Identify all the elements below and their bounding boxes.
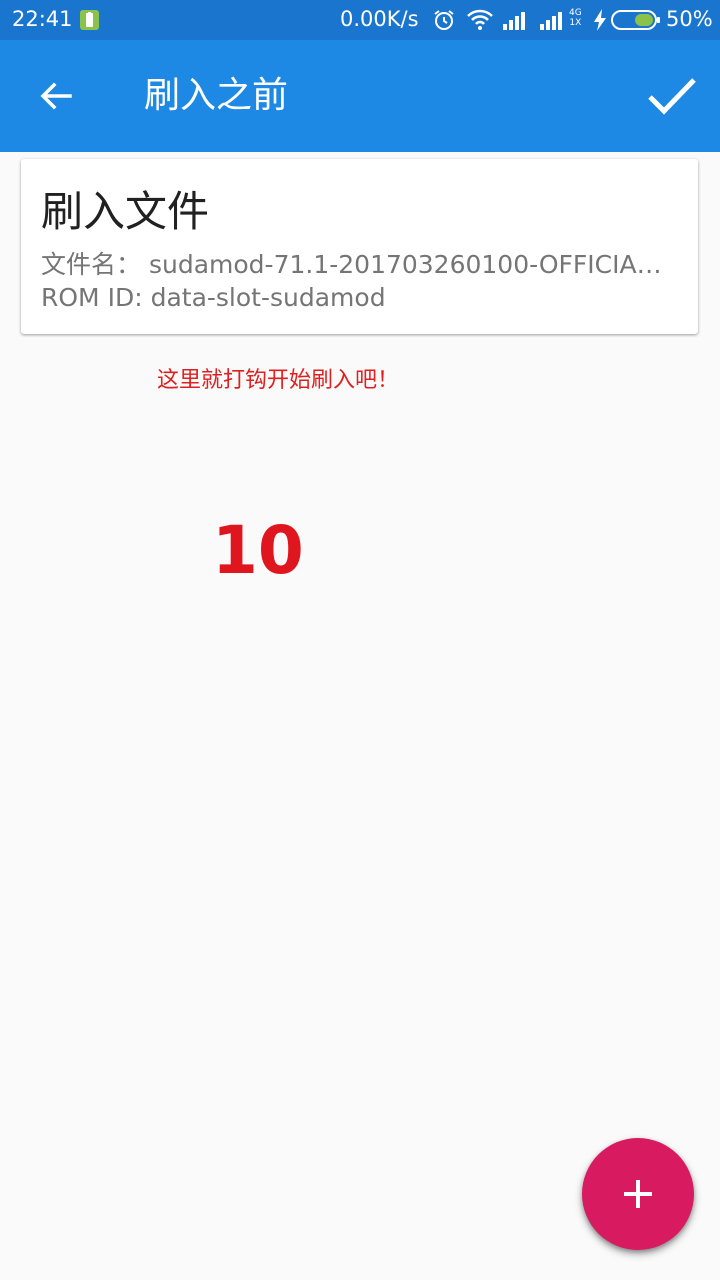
battery-saver-icon	[80, 10, 99, 30]
network-speed: 0.00K/s	[340, 7, 419, 31]
status-bar: 22:41 0.00K/s 4G 1X 50%	[0, 0, 720, 40]
wifi-icon	[466, 9, 494, 35]
alarm-icon	[432, 8, 456, 36]
romid-row: ROM ID: data-slot-sudamod	[41, 283, 673, 312]
filename-label: 文件名：	[41, 250, 142, 279]
flash-file-card: 刷入文件 文件名： sudamod-71.1-201703260100-OFFI…	[21, 159, 698, 334]
app-bar: 刷入之前	[0, 40, 720, 152]
filename-value: sudamod-71.1-201703260100-OFFICIAL-…	[148, 250, 673, 279]
plus-icon	[624, 1180, 652, 1208]
annotation-number: 10	[212, 512, 304, 589]
back-button[interactable]	[28, 68, 84, 124]
romid-label: ROM ID:	[41, 283, 143, 312]
signal-icon	[503, 10, 529, 34]
page-title: 刷入之前	[144, 75, 289, 116]
check-icon	[648, 78, 696, 115]
network-type-top: 4G	[569, 8, 582, 18]
filename-row: 文件名： sudamod-71.1-201703260100-OFFICIAL-…	[41, 245, 673, 281]
network-type-bottom: 1X	[569, 18, 582, 28]
romid-value: data-slot-sudamod	[150, 283, 386, 312]
battery-icon	[611, 10, 661, 34]
signal-icon	[540, 10, 566, 34]
confirm-button[interactable]	[640, 64, 704, 128]
charging-icon	[593, 9, 607, 35]
status-time: 22:41	[12, 7, 73, 31]
network-type: 4G 1X	[569, 8, 582, 28]
battery-percent: 50%	[666, 7, 713, 31]
card-title: 刷入文件	[41, 187, 210, 236]
arrow-left-icon	[40, 82, 72, 110]
add-button[interactable]	[582, 1138, 694, 1250]
annotation-hint: 这里就打钩开始刷入吧！	[157, 368, 400, 393]
